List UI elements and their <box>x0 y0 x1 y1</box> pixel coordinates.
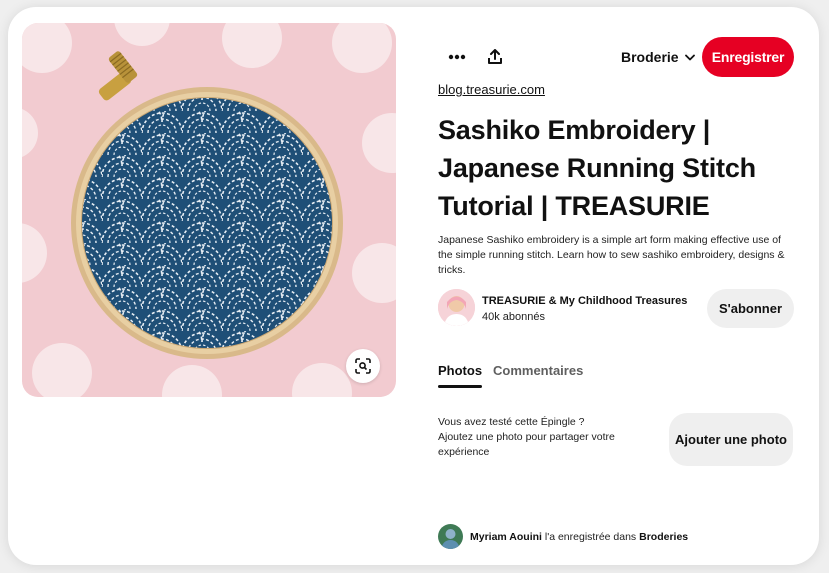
board-selector[interactable]: Broderie <box>621 47 695 67</box>
save-button[interactable]: Enregistrer <box>702 37 794 77</box>
activity-line: Myriam Aouini l'a enregistrée dans Brode… <box>470 531 688 543</box>
pin-details: Broderie Enregistrer blog.treasurie.com … <box>438 7 808 565</box>
saved-board-name[interactable]: Broderies <box>639 531 688 543</box>
tab-photos-label: Photos <box>438 363 483 378</box>
source-link[interactable]: blog.treasurie.com <box>438 82 545 97</box>
tried-it-text: Vous avez testé cette Épingle ? Ajoutez … <box>438 415 648 460</box>
activity-text: l'a enregistrée dans <box>541 531 640 543</box>
saved-by-activity: Myriam Aouini l'a enregistrée dans Brode… <box>438 524 808 550</box>
creator-followers: 40k abonnés <box>482 311 545 323</box>
share-button[interactable] <box>477 39 513 75</box>
board-name: Broderie <box>621 49 679 65</box>
saver-avatar[interactable] <box>438 524 463 549</box>
sashiko-hoop-illustration <box>22 23 396 397</box>
saver-name[interactable]: Myriam Aouini <box>470 531 542 543</box>
tried-it-question: Vous avez testé cette Épingle ? <box>438 416 585 428</box>
more-horizontal-icon <box>448 54 466 60</box>
share-upload-icon <box>488 49 502 64</box>
saver-avatar-image <box>438 524 463 549</box>
more-options-button[interactable] <box>439 39 475 75</box>
pin-closeup-card: Broderie Enregistrer blog.treasurie.com … <box>8 7 819 565</box>
creator-section: TREASURIE & My Childhood Treasures 40k a… <box>438 289 794 329</box>
pin-toolbar: Broderie Enregistrer <box>438 37 794 77</box>
add-photo-button[interactable]: Ajouter une photo <box>669 413 793 466</box>
pin-title: Sashiko Embroidery | Japanese Running St… <box>438 115 756 221</box>
tab-comments[interactable]: Commentaires <box>493 363 583 378</box>
creator-name[interactable]: TREASURIE & My Childhood Treasures <box>482 295 687 307</box>
creator-avatar-image <box>438 289 475 326</box>
tried-it-prompt: Ajoutez une photo pour partager votre ex… <box>438 431 615 458</box>
active-tab-indicator <box>438 385 483 388</box>
chevron-down-icon <box>684 54 695 60</box>
pin-image[interactable] <box>22 23 396 397</box>
follow-button[interactable]: S'abonner <box>707 289 794 328</box>
tab-photos[interactable]: Photos <box>438 363 483 388</box>
creator-avatar[interactable] <box>438 289 475 326</box>
visual-search-button[interactable] <box>346 349 380 383</box>
pin-description: Japanese Sashiko embroidery is a simple … <box>438 234 785 276</box>
visual-search-icon <box>355 358 371 374</box>
